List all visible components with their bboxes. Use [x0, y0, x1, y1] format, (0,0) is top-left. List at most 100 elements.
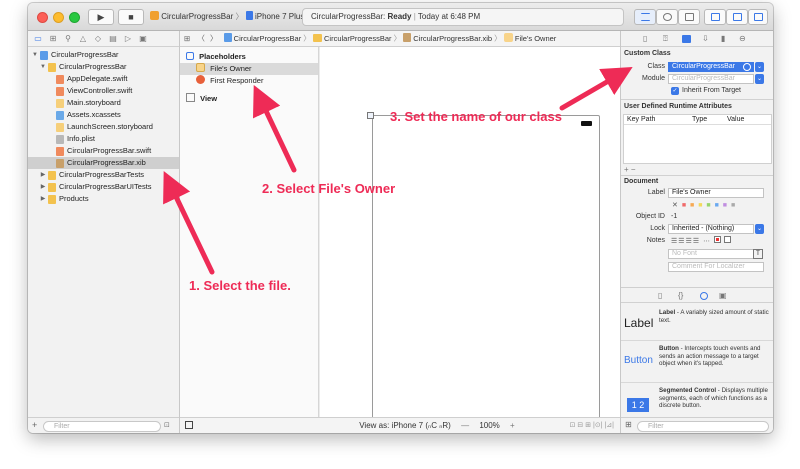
file-inspector-icon[interactable]: ▯ — [643, 31, 647, 47]
text-color-icon[interactable] — [714, 236, 722, 243]
layout-tools[interactable]: ⊡ ⊟ ⊞ |⊙| |⊿| — [570, 418, 614, 433]
assistant-editor-button[interactable] — [656, 9, 678, 25]
zoom-out-button[interactable]: — — [461, 421, 469, 430]
quick-help-icon[interactable]: ⍰ — [663, 31, 668, 47]
font-field[interactable]: No Font — [668, 249, 754, 259]
class-dropdown-button[interactable]: ⌄ — [755, 62, 764, 72]
grid-view-icon[interactable]: ⊞ — [625, 420, 632, 429]
view-as-device-button[interactable]: View as: iPhone 7 (ₙC ₙR) — [359, 421, 451, 430]
zoom-window-button[interactable] — [69, 12, 80, 23]
symbol-icon[interactable]: ⊞ — [48, 34, 58, 43]
view-frame[interactable] — [372, 115, 600, 425]
navigator-item[interactable]: AppDelegate.swift — [28, 73, 179, 85]
library-filter-input[interactable]: Filter — [637, 421, 769, 432]
folder-icon[interactable]: ▭ — [33, 34, 43, 43]
color-label-swatches[interactable]: ✕ ■ ■ ■ ■ ■ ■ ■ — [672, 201, 736, 209]
object-library-icon[interactable] — [700, 292, 708, 300]
add-remove-attribute-buttons[interactable]: + − — [624, 165, 636, 174]
yellow-swatch[interactable]: ■ — [698, 202, 703, 209]
navigator-item[interactable]: LaunchScreen.storyboard — [28, 121, 179, 133]
clear-color-icon[interactable]: ✕ — [672, 202, 679, 209]
blue-swatch[interactable]: ■ — [715, 202, 720, 209]
debug-icon[interactable]: ▤ — [108, 34, 118, 43]
module-dropdown-button[interactable]: ⌄ — [755, 74, 764, 84]
align-right-icon[interactable]: ☰ — [686, 238, 693, 245]
code-snippet-icon[interactable]: {} — [678, 288, 683, 303]
runtime-attributes-table[interactable]: Key Path Type Value — [623, 114, 772, 164]
inherit-checkbox[interactable]: ✓ — [671, 87, 679, 95]
disclosure-expanded-icon[interactable]: ▼ — [39, 61, 47, 73]
lock-popup[interactable]: Inherited - (Nothing) — [668, 224, 754, 234]
run-button[interactable]: ▶ — [88, 9, 114, 25]
navigator-item[interactable]: ▼ CircularProgressBar — [28, 49, 179, 61]
warning-icon[interactable]: △ — [78, 34, 88, 43]
bg-color-icon[interactable] — [723, 236, 731, 243]
doc-label-field[interactable]: File's Owner — [668, 188, 764, 198]
toggle-debug-button[interactable] — [726, 9, 748, 25]
media-library-icon[interactable]: ▣ — [719, 288, 727, 303]
view-handle[interactable] — [367, 112, 374, 119]
file-template-icon[interactable]: ▯ — [658, 288, 662, 303]
purple-swatch[interactable]: ■ — [723, 202, 728, 209]
breadcrumb-item[interactable]: File's Owner — [515, 34, 556, 43]
navigator-item[interactable]: CircularProgressBar.xib — [28, 157, 179, 169]
disclosure-collapsed-icon[interactable]: ▶ — [39, 169, 47, 181]
notes-format-bar[interactable]: ☰☰☰☰ ⋯ — [671, 236, 731, 245]
navigator-filter-input[interactable]: Filter — [43, 421, 161, 432]
navigator-item[interactable]: CircularProgressBar.swift — [28, 145, 179, 157]
lock-dropdown-button[interactable]: ⌄ — [755, 224, 764, 234]
disclosure-expanded-icon[interactable]: ▼ — [31, 49, 39, 61]
standard-editor-button[interactable] — [634, 9, 656, 25]
connections-inspector-icon[interactable]: ⊖ — [739, 31, 746, 47]
comment-field[interactable]: Comment For Localizer — [668, 262, 764, 272]
navigator-item[interactable]: ViewController.swift — [28, 85, 179, 97]
font-picker-icon[interactable]: T — [753, 249, 763, 259]
outline-toggle-icon[interactable] — [185, 421, 193, 429]
minimize-window-button[interactable] — [53, 12, 64, 23]
back-arrow-icon[interactable]: 〈 — [197, 34, 205, 43]
breakpoint-icon[interactable]: ▷ — [123, 34, 133, 43]
report-icon[interactable]: ▣ — [138, 34, 148, 43]
orange-swatch[interactable]: ■ — [690, 202, 695, 209]
forward-arrow-icon[interactable]: 〉 — [210, 34, 218, 43]
search-icon[interactable]: ⚲ — [63, 34, 73, 43]
size-inspector-icon[interactable]: ▮ — [721, 31, 725, 47]
scheme-selector[interactable]: CircularProgressBar 〉 iPhone 7 Plus — [150, 9, 304, 25]
outline-files-owner[interactable]: File's Owner — [180, 63, 318, 75]
class-field[interactable]: CircularProgressBar — [668, 62, 754, 72]
version-editor-button[interactable] — [678, 9, 700, 25]
navigator-item[interactable]: ▶ Products — [28, 193, 179, 205]
toggle-utilities-button[interactable] — [748, 9, 768, 25]
outline-view[interactable]: View — [186, 93, 217, 105]
interface-builder-canvas[interactable] — [320, 47, 620, 425]
class-clear-icon[interactable] — [743, 63, 751, 71]
align-center-icon[interactable]: ☰ — [678, 238, 685, 245]
navigator-item[interactable]: Info.plist — [28, 133, 179, 145]
navigator-item[interactable]: ▶ CircularProgressBarUITests — [28, 181, 179, 193]
identity-inspector-icon[interactable] — [682, 35, 691, 43]
disclosure-collapsed-icon[interactable]: ▶ — [39, 193, 47, 205]
zoom-in-button[interactable]: + — [510, 421, 515, 430]
disclosure-collapsed-icon[interactable]: ▶ — [39, 181, 47, 193]
library-item[interactable]: Button Button - Intercepts touch events a… — [621, 341, 773, 383]
attributes-inspector-icon[interactable]: ⇩ — [702, 31, 709, 47]
toggle-navigator-button[interactable] — [704, 9, 726, 25]
close-window-button[interactable] — [37, 12, 48, 23]
breadcrumb-item[interactable]: CircularProgressBar.xib — [413, 34, 492, 43]
navigator-item[interactable]: Main.storyboard — [28, 97, 179, 109]
add-icon[interactable]: + — [32, 420, 37, 430]
test-icon[interactable]: ◇ — [93, 34, 103, 43]
navigator-item[interactable]: ▼ CircularProgressBar — [28, 61, 179, 73]
module-field[interactable]: CircularProgressBar — [668, 74, 754, 84]
navigator-item[interactable]: ▶ CircularProgressBarTests — [28, 169, 179, 181]
gray-swatch[interactable]: ■ — [731, 202, 736, 209]
navigator-item[interactable]: Assets.xcassets — [28, 109, 179, 121]
justify-icon[interactable]: ☰ — [693, 238, 700, 245]
red-swatch[interactable]: ■ — [682, 202, 687, 209]
library-item[interactable]: Label Label - A variably sized amount of … — [621, 305, 773, 341]
breadcrumb-item[interactable]: CircularProgressBar — [324, 34, 392, 43]
green-swatch[interactable]: ■ — [706, 202, 711, 209]
breadcrumb-item[interactable]: CircularProgressBar — [234, 34, 302, 43]
outline-first-responder[interactable]: First Responder — [196, 75, 263, 87]
related-items-icon[interactable]: ⊞ — [184, 34, 190, 43]
